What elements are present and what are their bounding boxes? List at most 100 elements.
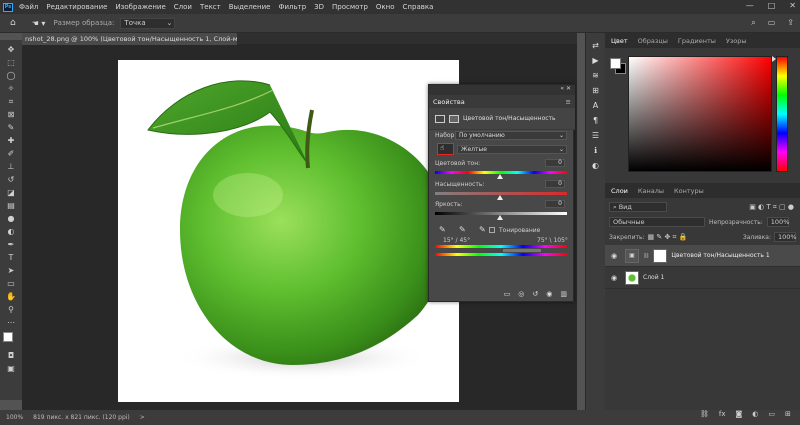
more-tools-icon[interactable]: ⋯ — [4, 317, 18, 328]
properties-icon[interactable]: ⊞ — [592, 86, 599, 97]
targeted-adjustment-tool-highlight[interactable]: ☝ — [437, 143, 454, 155]
view-previous-icon[interactable]: ◎ — [518, 290, 524, 298]
menu-window[interactable]: Окно — [376, 3, 395, 11]
path-selection-tool-icon[interactable]: ➤ — [4, 265, 18, 276]
saturation-value-field[interactable]: 0 — [545, 180, 565, 188]
new-layer-icon[interactable]: ⊞ — [785, 410, 791, 418]
move-tool-icon[interactable]: ✥ — [4, 44, 18, 55]
frame-tool-icon[interactable]: ⊠ — [4, 109, 18, 120]
tab-patterns[interactable]: Узоры — [726, 37, 747, 45]
stamp-tool-icon[interactable]: ⊥ — [4, 161, 18, 172]
panel-menu-icon[interactable]: ≡ — [566, 98, 571, 106]
layer-row[interactable]: ◉ Слой 1 — [605, 267, 800, 289]
hue-slider-thumb[interactable] — [497, 174, 503, 179]
zoom-tool-icon[interactable]: ⚲ — [4, 304, 18, 315]
visibility-eye-icon[interactable]: ◉ — [607, 274, 621, 282]
menu-help[interactable]: Справка — [403, 3, 434, 11]
history-brush-tool-icon[interactable]: ↺ — [4, 174, 18, 185]
properties-panel-titlebar[interactable]: « ✕ — [429, 85, 575, 95]
foreground-color-chip[interactable] — [610, 58, 621, 69]
fill-field[interactable]: 100% — [774, 232, 797, 242]
eraser-tool-icon[interactable]: ◪ — [4, 187, 18, 198]
sample-size-select[interactable]: Точка ⌄ — [120, 17, 176, 29]
play-icon[interactable]: ▶ — [592, 56, 598, 67]
blend-mode-select[interactable]: Обычные — [609, 217, 705, 227]
info-icon[interactable]: ℹ — [594, 146, 597, 157]
visibility-eye-icon[interactable]: ◉ — [607, 252, 621, 260]
reset-icon[interactable]: ↺ — [532, 290, 538, 298]
adjustments-icon[interactable]: ◐ — [592, 161, 599, 172]
color-picker-field[interactable] — [628, 56, 772, 172]
hue-strip[interactable] — [776, 56, 788, 172]
menu-filter[interactable]: Фильтр — [278, 3, 306, 11]
layer-row[interactable]: ◉ ▣ ⛓ Цветовой тон/Насыщенность 1 — [605, 245, 800, 267]
pen-tool-icon[interactable]: ✒ — [4, 239, 18, 250]
tab-paths[interactable]: Контуры — [674, 187, 704, 195]
filter-icons[interactable]: ▣ ◐ T ⌗ ▢ ● — [749, 203, 794, 212]
eyedropper-add-icon[interactable]: ✎ — [459, 225, 466, 234]
screen-mode-icon[interactable]: ▣ — [4, 363, 18, 374]
layer-mask-thumb[interactable] — [653, 248, 668, 263]
healing-tool-icon[interactable]: ✚ — [4, 135, 18, 146]
channel-dropdown[interactable]: Желтые ⌄ — [457, 145, 567, 154]
gradient-tool-icon[interactable]: ▤ — [4, 200, 18, 211]
menu-file[interactable]: Файл — [19, 3, 38, 11]
tab-gradients[interactable]: Градиенты — [678, 37, 716, 45]
menu-image[interactable]: Изображение — [115, 3, 165, 11]
link-icon[interactable]: ⛓ — [700, 410, 709, 418]
menu-view[interactable]: Просмотр — [332, 3, 368, 11]
home-icon[interactable]: ⌂ — [10, 18, 16, 28]
eyedropper-tool-icon[interactable]: ✎ — [4, 122, 18, 133]
group-icon[interactable]: ▭ — [768, 410, 775, 418]
shape-tool-icon[interactable]: ▭ — [4, 278, 18, 289]
mask-icon[interactable] — [449, 114, 459, 123]
dodge-tool-icon[interactable]: ◐ — [4, 226, 18, 237]
eyedropper-subtract-icon[interactable]: ✎ — [479, 225, 486, 234]
range-selector[interactable] — [503, 249, 541, 252]
mask-icon[interactable]: ◙ — [736, 410, 743, 418]
history-icon[interactable]: ⇄ — [592, 41, 599, 52]
paragraph-icon[interactable]: ¶ — [593, 116, 598, 127]
eyedropper-icon[interactable]: ✎ — [439, 225, 446, 234]
collapse-panel-icon[interactable]: « ✕ — [560, 85, 571, 92]
opacity-field[interactable]: 100% — [766, 217, 789, 227]
saturation-slider-thumb[interactable] — [497, 195, 503, 200]
colorize-checkbox[interactable] — [489, 227, 495, 233]
targeted-adjustment-hand-icon[interactable]: ☝ — [440, 144, 444, 152]
menu-type[interactable]: Текст — [200, 3, 221, 11]
menu-select[interactable]: Выделение — [229, 3, 271, 11]
clip-to-layer-icon[interactable]: ▭ — [504, 290, 511, 298]
minimize-button[interactable]: — — [746, 1, 754, 10]
status-arrow[interactable]: > — [140, 414, 145, 421]
adjustment-icon[interactable]: ◐ — [752, 410, 758, 418]
crop-tool-icon[interactable]: ⌗ — [4, 96, 18, 107]
fx-icon[interactable]: fx — [719, 410, 726, 418]
lasso-tool-icon[interactable]: ◯ — [4, 70, 18, 81]
lock-icons[interactable]: ▦ ✎ ✥ ⌗ 🔒 — [648, 233, 688, 242]
menu-3d[interactable]: 3D — [314, 3, 324, 11]
blur-tool-icon[interactable]: ● — [4, 213, 18, 224]
hue-pointer[interactable] — [772, 56, 776, 62]
menu-edit[interactable]: Редактирование — [46, 3, 107, 11]
maximize-button[interactable]: □ — [768, 1, 776, 10]
eyedropper-hand-icon[interactable]: ☚ ▾ — [32, 19, 46, 28]
document-tab[interactable]: nshot_28.png @ 100% (Цветовой тон/Насыще… — [22, 33, 237, 45]
hue-value-field[interactable]: 0 — [545, 159, 565, 167]
tab-color[interactable]: Цвет — [611, 37, 628, 45]
glyphs-icon[interactable]: ☰ — [592, 131, 599, 142]
search-icon[interactable]: ⌕ — [751, 18, 755, 28]
lightness-value-field[interactable]: 0 — [545, 200, 565, 208]
foreground-color-swatch[interactable] — [3, 332, 13, 342]
hand-tool-icon[interactable]: ✋ — [4, 291, 18, 302]
workspace-icon[interactable]: ▭ — [768, 18, 776, 28]
properties-tab[interactable]: Свойства ≡ — [429, 95, 575, 108]
type-tool-icon[interactable]: T — [4, 252, 18, 263]
visibility-icon[interactable]: ◉ — [546, 290, 552, 298]
adjustment-icon[interactable] — [435, 114, 445, 123]
magic-wand-tool-icon[interactable]: ✧ — [4, 83, 18, 94]
tab-layers[interactable]: Слои — [611, 187, 628, 195]
document-image[interactable] — [118, 60, 459, 402]
quick-mask-icon[interactable]: ◘ — [4, 350, 18, 361]
preset-dropdown[interactable]: По умолчанию ⌄ — [455, 131, 567, 140]
brush-tool-icon[interactable]: ✐ — [4, 148, 18, 159]
